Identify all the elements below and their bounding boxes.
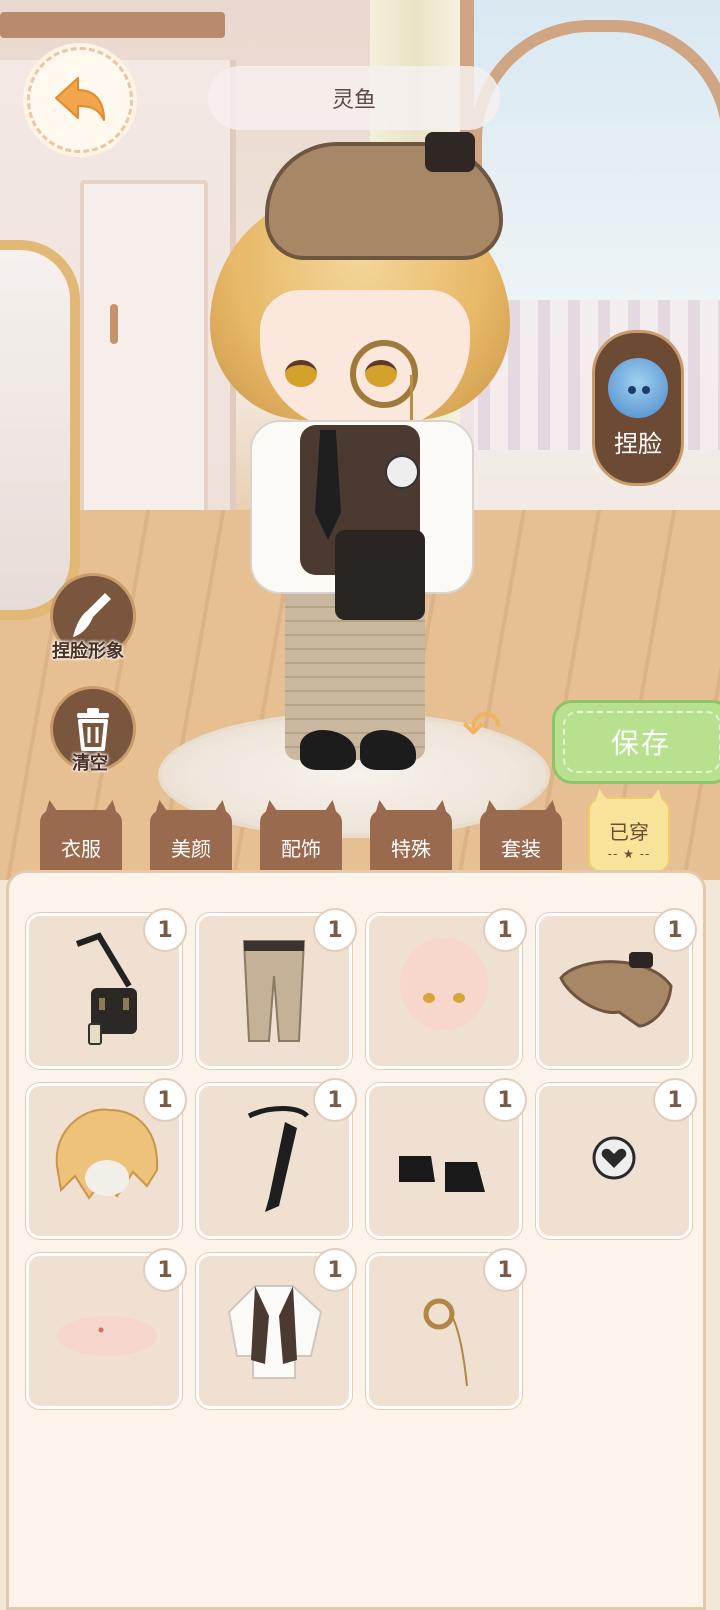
item-slot[interactable]: 1: [196, 1078, 357, 1239]
item-slot[interactable]: 1: [366, 1078, 527, 1239]
item-slot[interactable]: 1: [196, 1248, 357, 1409]
face-edit-button[interactable]: 捏脸: [592, 330, 684, 486]
star-icon: -- ★ --: [607, 846, 651, 861]
back-button[interactable]: [27, 47, 133, 153]
wardrobe-cabinet: [80, 180, 208, 518]
item-count-badge: 1: [483, 908, 527, 952]
tab-clothes[interactable]: 衣服: [40, 810, 122, 870]
worn-items-panel: 1 1 1 1 1 1 1 1 1 1 1: [6, 870, 706, 1610]
character-preview[interactable]: [190, 120, 530, 790]
item-count-badge: 1: [143, 908, 187, 952]
item-slot[interactable]: 1: [536, 1078, 697, 1239]
item-slot[interactable]: 1: [366, 908, 527, 1069]
item-count-badge: 1: [143, 1078, 187, 1122]
save-button[interactable]: 保存: [552, 700, 720, 784]
item-count-badge: 1: [483, 1248, 527, 1292]
trash-icon: [77, 708, 109, 751]
heart-badge: [385, 455, 419, 489]
item-slot[interactable]: 1: [26, 1248, 187, 1409]
clear-label: 清空: [72, 753, 108, 774]
tab-special[interactable]: 特殊: [370, 810, 452, 870]
hat-bow: [425, 132, 475, 172]
tab-accessories[interactable]: 配饰: [260, 810, 342, 870]
tab-worn[interactable]: 已穿 -- ★ --: [588, 797, 670, 873]
item-count-badge: 1: [143, 1248, 187, 1292]
item-slot[interactable]: 1: [536, 908, 697, 1069]
item-count-badge: 1: [313, 1248, 357, 1292]
back-arrow-icon: [55, 77, 105, 121]
item-slot[interactable]: 1: [366, 1248, 527, 1409]
tab-outfits[interactable]: 套装: [480, 810, 562, 870]
face-image-label: 捏脸形象: [52, 641, 124, 662]
brush-icon: [73, 593, 111, 637]
character-bag: [335, 530, 425, 620]
category-tabs: 衣服 美颜 配饰 特殊 套装 已穿 -- ★ --: [0, 797, 720, 873]
face-avatar-icon: [608, 357, 668, 418]
item-slot[interactable]: 1: [26, 1078, 187, 1239]
wall-shelf: [0, 12, 225, 38]
item-count-badge: 1: [313, 908, 357, 952]
item-slot[interactable]: 1: [196, 908, 357, 1069]
tab-beauty[interactable]: 美颜: [150, 810, 232, 870]
item-count-badge: 1: [483, 1078, 527, 1122]
character-name-title: 灵鱼: [208, 66, 500, 130]
item-slot[interactable]: 1: [26, 908, 187, 1069]
character-left-eye: [285, 360, 317, 387]
face-edit-label: 捏脸: [614, 429, 662, 458]
standing-mirror: [0, 240, 80, 620]
tab-worn-label: 已穿: [609, 819, 649, 844]
character-monocle: [350, 340, 418, 408]
item-count-badge: 1: [313, 1078, 357, 1122]
item-count-badge: 1: [653, 1078, 697, 1122]
item-count-badge: 1: [653, 908, 697, 952]
